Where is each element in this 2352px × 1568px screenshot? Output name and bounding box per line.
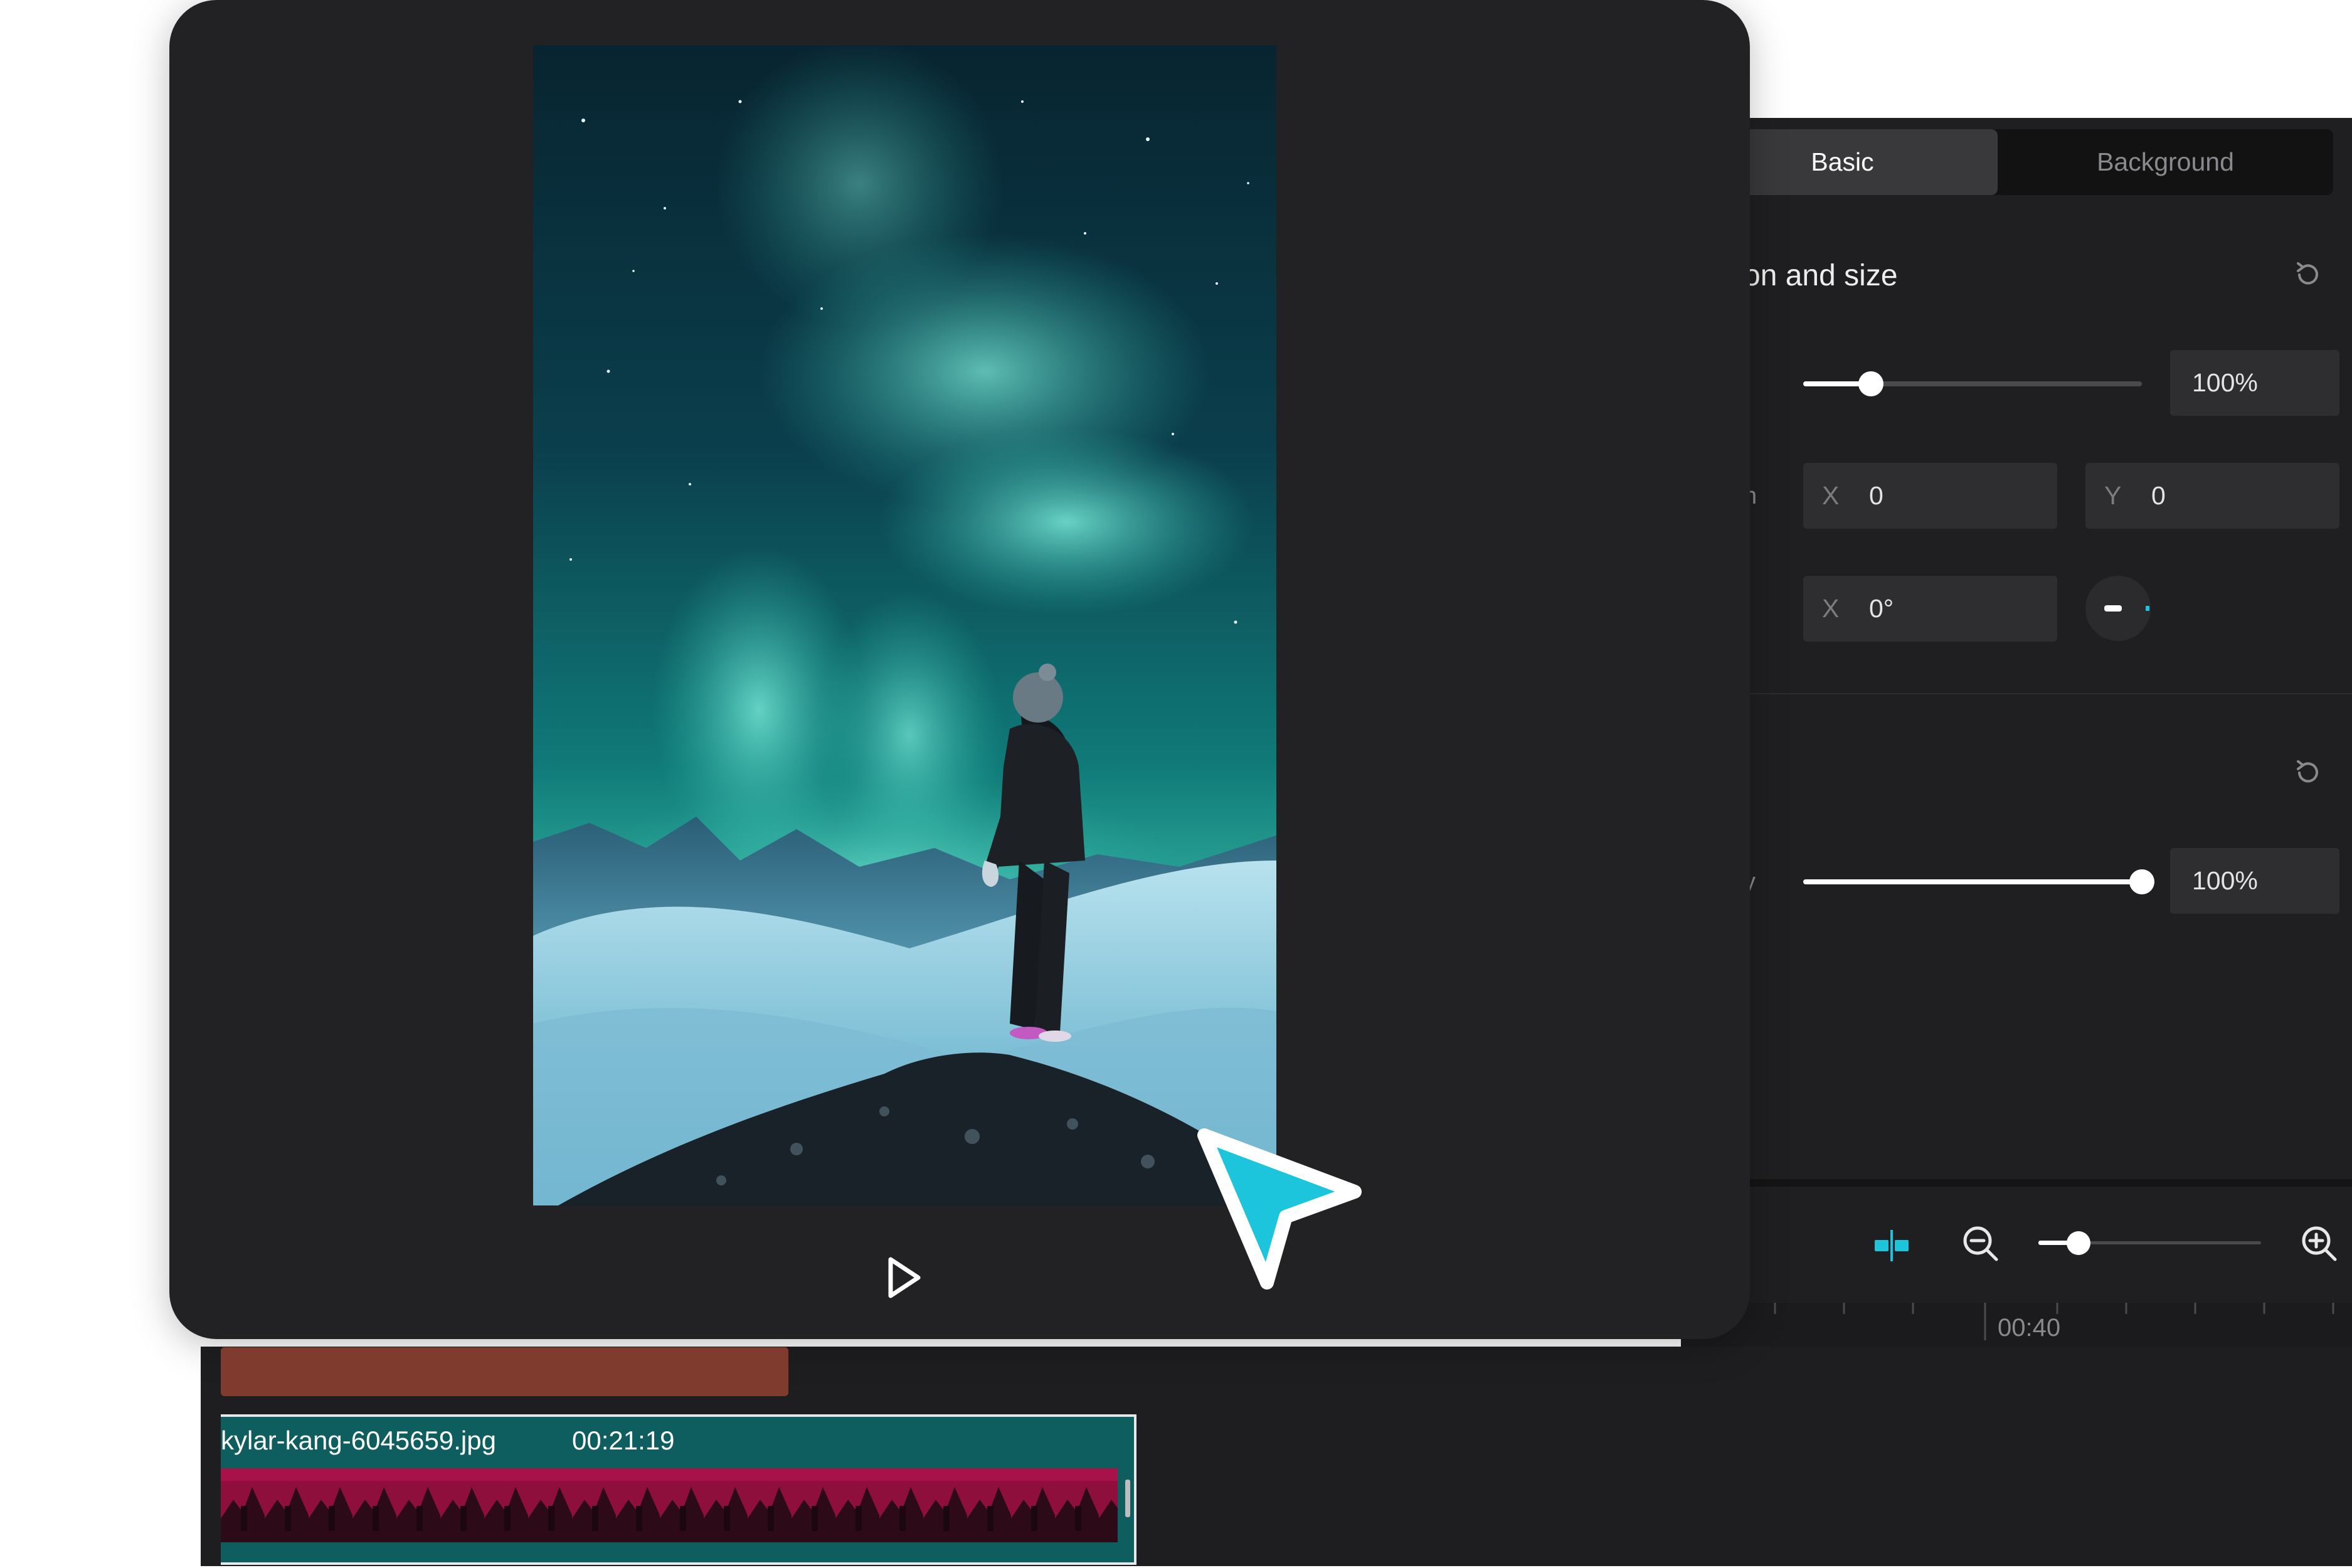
section-title-position-size: on and size [1744, 259, 1898, 292]
tab-background[interactable]: Background [1998, 129, 2333, 195]
clip-duration: 00:21:19 [572, 1426, 675, 1455]
opacity-slider-fill [1803, 879, 2142, 884]
aurora-photo [533, 45, 1276, 1205]
opacity-value: 100% [2192, 866, 2258, 895]
play-icon[interactable] [884, 1256, 924, 1300]
position-y-label: Y [2104, 481, 2122, 510]
preview-image [533, 45, 1276, 1205]
clip-filename: kylar-kang-6045659.jpg [221, 1426, 496, 1455]
zoom-out-icon[interactable] [1960, 1223, 2001, 1264]
position-x-label: X [1822, 481, 1840, 510]
cursor-pointer-icon [1197, 1128, 1362, 1290]
clip-trim-handle[interactable] [1125, 1480, 1130, 1517]
position-x-field[interactable]: X 0 [1803, 463, 2057, 529]
reset-icon[interactable] [2289, 754, 2327, 792]
scale-value: 100% [2192, 368, 2258, 397]
position-x-value: 0 [1869, 481, 1883, 510]
panel-separator [1681, 1179, 2352, 1187]
ruler-time-label: 00:40 [1998, 1314, 2061, 1342]
position-y-value: 0 [2151, 481, 2166, 510]
opacity-input[interactable]: 100% [2170, 848, 2339, 914]
scale-input[interactable]: 100% [2170, 350, 2339, 416]
zoom-slider-handle[interactable] [2067, 1231, 2090, 1255]
zoom-in-icon[interactable] [2299, 1223, 2340, 1264]
reset-icon[interactable] [2289, 256, 2327, 294]
rotate-x-label: X [1822, 594, 1840, 623]
rotate-value: 0° [1869, 594, 1894, 623]
clip-thumbnail-strip [221, 1468, 1118, 1542]
timeline-ruler[interactable]: 00:40 [1681, 1303, 2352, 1347]
rotate-field[interactable]: X 0° [1803, 576, 2057, 642]
rotate-dial-icon[interactable] [2085, 576, 2151, 642]
section-divider [1681, 693, 2352, 694]
snap-icon[interactable] [1872, 1226, 1911, 1265]
property-tabs: Basic Background [1687, 129, 2333, 195]
opacity-slider-handle[interactable] [2129, 869, 2154, 894]
video-clip[interactable]: kylar-kang-6045659.jpg 00:21:19 [221, 1414, 1136, 1565]
scale-slider-handle[interactable] [1858, 371, 1883, 396]
position-y-field[interactable]: Y 0 [2085, 463, 2339, 529]
audio-clip[interactable] [221, 1347, 788, 1396]
timeline-toolbar [1681, 1187, 2352, 1303]
